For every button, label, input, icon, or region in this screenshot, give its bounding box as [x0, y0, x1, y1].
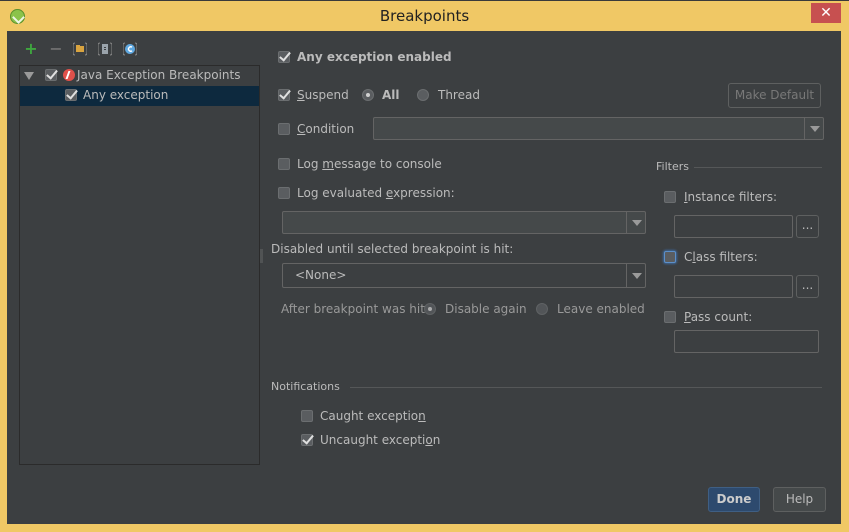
add-icon[interactable]: + — [24, 41, 38, 57]
caught-exception-checkbox[interactable] — [301, 410, 313, 422]
notifications-title: Notifications — [271, 380, 340, 393]
uncaught-exception-checkbox[interactable] — [301, 434, 313, 446]
close-button[interactable]: ✕ — [811, 3, 841, 23]
chevron-down-icon[interactable] — [626, 264, 645, 287]
group-by-class-icon[interactable] — [122, 42, 138, 56]
class-filters-input[interactable] — [674, 275, 793, 298]
group-by-package-icon[interactable] — [72, 42, 88, 56]
condition-combobox[interactable] — [373, 117, 824, 140]
splitter-handle[interactable] — [260, 249, 263, 263]
dialog-content: + − Java Exception Breakpoints Any excep… — [7, 31, 841, 524]
tree-item-label: Java Exception Breakpoints — [77, 68, 241, 82]
exception-breakpoint-icon — [63, 69, 75, 81]
breakpoints-tree[interactable]: Java Exception Breakpoints Any exception — [19, 65, 260, 465]
instance-filters-label: Instance filters: — [684, 190, 778, 204]
suspend-thread-label: Thread — [438, 88, 480, 102]
expand-arrow-icon[interactable] — [24, 72, 34, 80]
log-expression-label: Log evaluated expression: — [297, 186, 455, 200]
uncaught-exception-label: Uncaught exception — [320, 433, 441, 447]
class-filters-checkbox[interactable] — [664, 251, 676, 263]
help-button[interactable]: Help — [773, 487, 826, 512]
filters-separator — [694, 167, 822, 168]
pass-count-checkbox[interactable] — [664, 311, 676, 323]
suspend-all-radio[interactable] — [362, 89, 374, 101]
suspend-all-label: All — [382, 88, 400, 102]
disabled-until-combobox[interactable]: <None> — [282, 263, 646, 288]
chevron-down-icon[interactable] — [804, 118, 823, 139]
filters-title: Filters — [656, 160, 689, 173]
tree-checkbox[interactable] — [65, 89, 77, 101]
enabled-checkbox[interactable] — [278, 51, 290, 63]
disable-again-label: Disable again — [445, 302, 527, 316]
notifications-separator — [350, 387, 822, 388]
log-message-checkbox[interactable] — [278, 158, 290, 170]
group-by-file-icon[interactable] — [97, 42, 113, 56]
enabled-label: Any exception enabled — [297, 50, 452, 64]
tree-checkbox[interactable] — [45, 69, 57, 81]
log-expression-combobox[interactable] — [282, 211, 646, 234]
window-title: Breakpoints — [379, 7, 470, 25]
instance-filters-checkbox[interactable] — [664, 191, 676, 203]
tree-node-java-exception-breakpoints[interactable]: Java Exception Breakpoints — [20, 66, 259, 86]
make-default-button[interactable]: Make Default — [728, 83, 821, 108]
chevron-down-icon[interactable] — [626, 212, 645, 233]
leave-enabled-radio[interactable] — [536, 303, 548, 315]
tree-node-any-exception[interactable]: Any exception — [20, 86, 259, 106]
pass-count-input[interactable] — [674, 330, 819, 353]
log-expression-checkbox[interactable] — [278, 187, 290, 199]
suspend-checkbox[interactable] — [278, 89, 290, 101]
tree-item-label: Any exception — [83, 88, 169, 102]
condition-checkbox[interactable] — [278, 123, 290, 135]
pass-count-label: Pass count: — [684, 310, 753, 324]
disabled-until-label: Disabled until selected breakpoint is hi… — [271, 242, 514, 256]
title-bar: Breakpoints ✕ — [0, 0, 849, 32]
instance-filters-input[interactable] — [674, 215, 793, 238]
class-filters-label: Class filters: — [684, 250, 758, 264]
condition-label: Condition — [297, 122, 355, 136]
disabled-until-value: <None> — [295, 268, 347, 282]
leave-enabled-label: Leave enabled — [557, 302, 645, 316]
class-filters-browse-button[interactable]: ... — [796, 275, 819, 298]
disable-again-radio[interactable] — [424, 303, 436, 315]
log-message-label: Log message to console — [297, 157, 442, 171]
after-hit-label: After breakpoint was hit — [281, 302, 425, 316]
suspend-thread-radio[interactable] — [417, 89, 429, 101]
instance-filters-browse-button[interactable]: ... — [796, 215, 819, 238]
caught-exception-label: Caught exception — [320, 409, 426, 423]
done-button[interactable]: Done — [708, 487, 760, 512]
suspend-label: Suspend — [297, 88, 349, 102]
remove-icon[interactable]: − — [49, 41, 63, 57]
